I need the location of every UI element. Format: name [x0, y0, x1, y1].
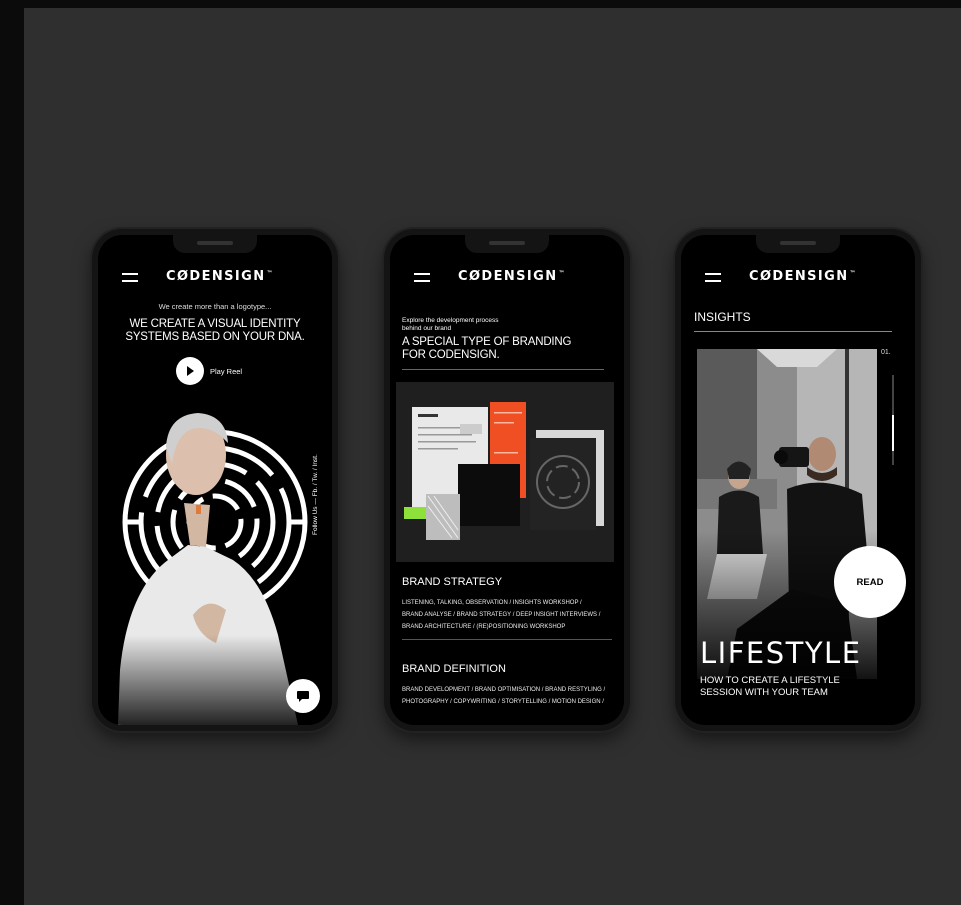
brand-logo[interactable]: CØDENSIGN™ [166, 269, 273, 284]
play-reel-label: Play Reel [210, 366, 243, 376]
brand-logo[interactable]: CØDENSIGN™ [749, 269, 856, 284]
site-header: CØDENSIGN™ [390, 269, 624, 289]
read-button[interactable]: READ [834, 546, 906, 618]
brand-definition-title: BRAND DEFINITION [402, 663, 506, 675]
hero-visual [98, 413, 332, 725]
play-icon[interactable] [176, 357, 204, 385]
branding-title: A SPECIAL TYPE OF BRANDING FOR CODENSIGN… [402, 336, 572, 361]
hero-title: WE CREATE A VISUAL IDENTITY SYSTEMS BASE… [125, 318, 305, 343]
slide-index: 01. [881, 349, 891, 356]
presentation-canvas: CØDENSIGN™ We create more than a logotyp… [24, 8, 961, 905]
article-photo[interactable] [697, 349, 877, 679]
hamburger-menu-icon[interactable] [122, 273, 138, 283]
divider [402, 369, 604, 370]
insights-heading: INSIGHTS [694, 310, 751, 324]
social-links[interactable]: Follow Us — Fb. / Tw. / Inst. [312, 454, 319, 535]
site-header: CØDENSIGN™ [98, 269, 332, 289]
chat-icon[interactable] [286, 679, 320, 713]
article-title[interactable]: HOW TO CREATE A LIFESTYLE SESSION WITH Y… [700, 675, 840, 699]
stationery-mockup-image [396, 382, 614, 562]
phone-screen: CØDENSIGN™ Explore the development proce… [390, 235, 624, 725]
phone-notch [756, 235, 840, 253]
phone-mockup-branding: CØDENSIGN™ Explore the development proce… [384, 229, 630, 731]
divider [402, 639, 612, 640]
brand-logo[interactable]: CØDENSIGN™ [458, 269, 565, 284]
branding-eyebrow: Explore the development process behind o… [402, 317, 499, 332]
hamburger-menu-icon[interactable] [414, 273, 430, 283]
brand-strategy-title: BRAND STRATEGY [402, 576, 503, 588]
article-category: LIFESTYLE [700, 636, 862, 670]
phone-mockup-insights: CØDENSIGN™ INSIGHTS 01. READ LIFESTYLE H… [675, 229, 921, 731]
phone-screen: CØDENSIGN™ We create more than a logotyp… [98, 235, 332, 725]
phone-screen: CØDENSIGN™ INSIGHTS 01. READ LIFESTYLE H… [681, 235, 915, 725]
phone-notch [465, 235, 549, 253]
hamburger-menu-icon[interactable] [705, 273, 721, 283]
phone-mockup-home: CØDENSIGN™ We create more than a logotyp… [92, 229, 338, 731]
brand-definition-services: BRAND DEVELOPMENT / BRAND OPTIMISATION /… [402, 687, 606, 705]
phone-notch [173, 235, 257, 253]
hero-eyebrow: We create more than a logotype... [158, 302, 272, 311]
site-header: CØDENSIGN™ [681, 269, 915, 289]
play-reel-button[interactable]: Play Reel [176, 357, 242, 385]
scroll-thumb[interactable] [892, 415, 894, 451]
brand-strategy-services: LISTENING, TALKING, OBSERVATION / INSIGH… [402, 600, 601, 630]
divider [694, 331, 892, 332]
